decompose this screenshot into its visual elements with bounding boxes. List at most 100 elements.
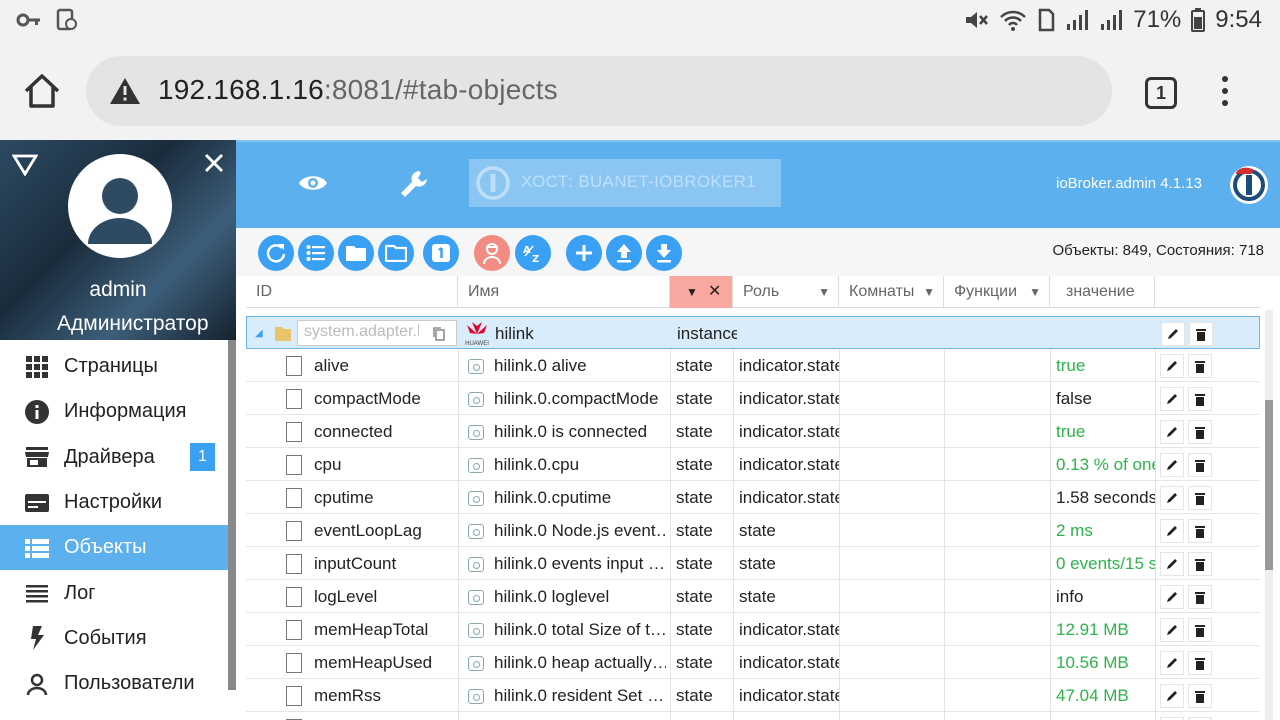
edit-button[interactable] bbox=[1160, 552, 1184, 576]
sidebar-item-users[interactable]: Пользователи bbox=[0, 661, 228, 706]
edit-button[interactable] bbox=[1160, 651, 1184, 675]
edit-button[interactable] bbox=[1160, 354, 1184, 378]
table-row[interactable]: compactMode hilink.0.compactMode state indi… bbox=[246, 382, 1260, 415]
pencil-icon bbox=[1167, 394, 1177, 404]
table-row[interactable]: alive hilink.0 alive state indicator.state t… bbox=[246, 349, 1260, 382]
row-role: indicator.state bbox=[739, 620, 839, 639]
expand-arrow-icon[interactable]: ◢ bbox=[255, 328, 263, 339]
collapse-folders-button[interactable] bbox=[378, 235, 414, 271]
edit-button[interactable] bbox=[1161, 322, 1185, 346]
edit-button[interactable] bbox=[1160, 618, 1184, 642]
expand-level-button[interactable] bbox=[423, 235, 459, 271]
delete-button[interactable] bbox=[1188, 354, 1212, 378]
download-button[interactable] bbox=[646, 235, 682, 271]
column-divider bbox=[670, 646, 671, 679]
delete-button[interactable] bbox=[1188, 552, 1212, 576]
close-icon[interactable] bbox=[203, 152, 225, 174]
wrench-icon[interactable] bbox=[398, 168, 430, 200]
column-divider bbox=[670, 415, 671, 448]
edit-button[interactable] bbox=[1160, 519, 1184, 543]
delete-button[interactable] bbox=[1188, 651, 1212, 675]
table-row[interactable]: memHeapTotal hilink.0 total Size of t… sta… bbox=[246, 613, 1260, 646]
column-divider bbox=[670, 349, 671, 382]
table-scrollbar-thumb[interactable] bbox=[1265, 400, 1273, 570]
column-name[interactable]: Имя bbox=[458, 276, 670, 308]
edit-button[interactable] bbox=[1160, 486, 1184, 510]
expand-folders-button[interactable] bbox=[338, 235, 374, 271]
row-name: hilink.0 bbox=[494, 712, 666, 720]
edit-button[interactable] bbox=[1160, 420, 1184, 444]
delete-button[interactable] bbox=[1188, 519, 1212, 543]
column-room[interactable]: Комнаты ▼ bbox=[839, 276, 944, 308]
edit-button[interactable] bbox=[1160, 684, 1184, 708]
table-row[interactable]: cpu hilink.0.cpu state indicator.state 0.13 … bbox=[246, 448, 1260, 481]
column-divider bbox=[733, 679, 734, 712]
sort-az-button[interactable]: AZ bbox=[515, 235, 551, 271]
table-row[interactable]: memRss hilink.0 resident Set … state indica… bbox=[246, 679, 1260, 712]
add-object-button[interactable] bbox=[566, 235, 602, 271]
sidebar-item-adapters[interactable]: Драйвера 1 bbox=[0, 435, 228, 480]
expert-mode-button[interactable] bbox=[474, 235, 510, 271]
address-bar[interactable]: 192.168.1.16:8081/#tab-objects bbox=[86, 56, 1112, 126]
delete-button[interactable] bbox=[1188, 684, 1212, 708]
sidebar-item-events[interactable]: События bbox=[0, 616, 228, 661]
delete-button[interactable] bbox=[1188, 585, 1212, 609]
table-scrollbar[interactable] bbox=[1265, 310, 1273, 720]
sidebar-scrollbar[interactable] bbox=[228, 340, 236, 690]
signal-icon bbox=[1067, 10, 1089, 30]
delete-button[interactable] bbox=[1188, 387, 1212, 411]
clear-filter-icon[interactable]: ✕ bbox=[708, 276, 721, 308]
column-divider bbox=[733, 514, 734, 547]
edit-button[interactable] bbox=[1160, 387, 1184, 411]
eye-icon[interactable] bbox=[298, 172, 328, 194]
table-row[interactable]: memHeapUsed hilink.0 heap actually… state i… bbox=[246, 646, 1260, 679]
home-icon[interactable] bbox=[22, 72, 62, 110]
sidebar-item-settings[interactable]: Настройки bbox=[0, 480, 228, 525]
delete-button[interactable] bbox=[1188, 618, 1212, 642]
sidebar-item-info[interactable]: Информация bbox=[0, 389, 228, 434]
host-selector[interactable]: ХОСТ: BUANET-IOBROKER1 bbox=[469, 159, 781, 207]
collapse-triangle-icon[interactable] bbox=[12, 154, 38, 176]
delete-button[interactable] bbox=[1189, 322, 1213, 346]
huawei-logo-icon: HUAWEI bbox=[463, 320, 491, 347]
table-row-instance[interactable]: ◢ system.adapter.hilink HUAWEI hilink in… bbox=[246, 316, 1260, 349]
url-text[interactable]: 192.168.1.16:8081/#tab-objects bbox=[158, 74, 558, 106]
column-divider bbox=[1155, 415, 1156, 448]
delete-button[interactable] bbox=[1188, 420, 1212, 444]
table-row[interactable]: outputCount hilink.0 statestate bbox=[246, 712, 1260, 720]
table-row[interactable]: connected hilink.0 is connected state indic… bbox=[246, 415, 1260, 448]
sidebar-item-log[interactable]: Лог bbox=[0, 570, 228, 615]
delete-button[interactable] bbox=[1188, 486, 1212, 510]
table-row[interactable]: eventLoopLag hilink.0 Node.js event… state… bbox=[246, 514, 1260, 547]
refresh-button[interactable] bbox=[258, 235, 294, 271]
column-divider bbox=[1050, 349, 1051, 382]
list-view-button[interactable] bbox=[298, 235, 334, 271]
delete-button[interactable] bbox=[1188, 453, 1212, 477]
user-avatar-icon bbox=[88, 178, 152, 244]
edit-button[interactable] bbox=[1160, 585, 1184, 609]
row-type: state bbox=[676, 521, 713, 540]
column-id[interactable]: ID bbox=[246, 276, 458, 308]
state-icon bbox=[468, 458, 484, 473]
warning-icon[interactable] bbox=[108, 76, 142, 106]
sidebar-item-label: Драйвера bbox=[64, 445, 155, 468]
pencil-icon bbox=[1167, 493, 1177, 503]
column-divider bbox=[458, 382, 459, 415]
table-row[interactable]: cputime hilink.0.cputime state indicator.st… bbox=[246, 481, 1260, 514]
browser-menu-icon[interactable] bbox=[1222, 76, 1240, 112]
column-divider bbox=[670, 481, 671, 514]
id-edit-field[interactable]: system.adapter.hilink bbox=[297, 320, 457, 346]
column-role[interactable]: Роль ▼ bbox=[733, 276, 839, 308]
table-row[interactable]: inputCount hilink.0 events input … state st… bbox=[246, 547, 1260, 580]
tab-switcher-button[interactable]: 1 bbox=[1145, 77, 1177, 109]
sidebar-item-objects[interactable]: Объекты bbox=[0, 525, 228, 571]
upload-button[interactable] bbox=[606, 235, 642, 271]
table-row[interactable]: logLevel hilink.0 loglevel state state info bbox=[246, 580, 1260, 613]
state-icon bbox=[468, 689, 484, 704]
copy-icon[interactable] bbox=[433, 327, 445, 341]
column-function[interactable]: Функции ▼ bbox=[944, 276, 1050, 308]
list-icon bbox=[24, 535, 50, 561]
type-filter[interactable]: ▼ ✕ bbox=[670, 276, 733, 308]
sidebar-item-pages[interactable]: Страницы bbox=[0, 344, 228, 389]
edit-button[interactable] bbox=[1160, 453, 1184, 477]
